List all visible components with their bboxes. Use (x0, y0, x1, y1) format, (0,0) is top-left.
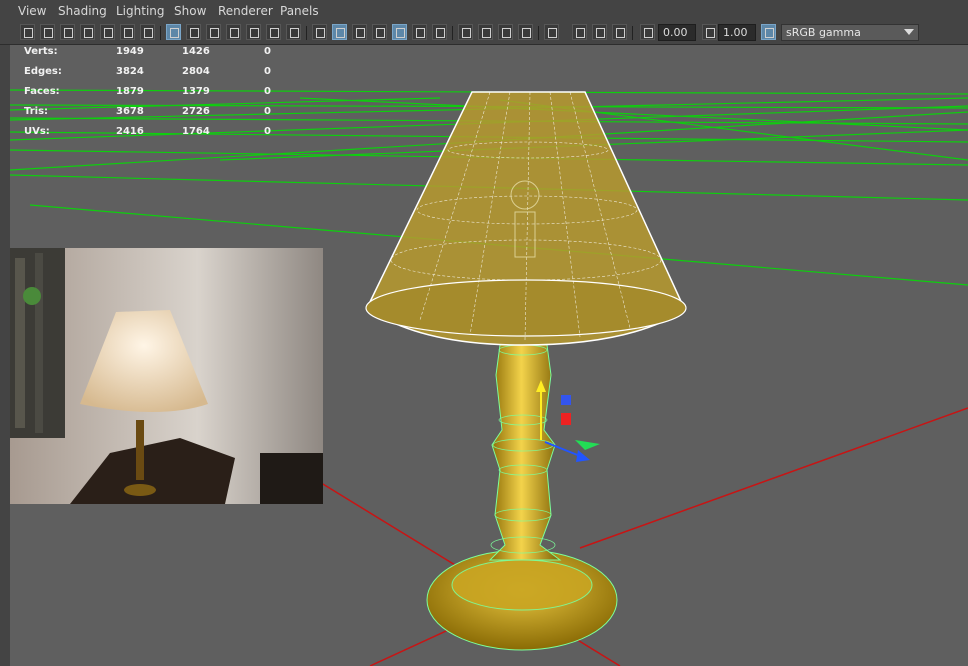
menu-show[interactable]: Show (174, 4, 206, 18)
wireframe-icon[interactable] (312, 24, 327, 40)
menu-view[interactable]: View (18, 4, 46, 18)
hud-value: 1949 (116, 46, 144, 57)
hud-value: 1379 (182, 86, 210, 97)
gate-mask-icon[interactable] (226, 24, 241, 40)
exposure-field[interactable]: 0.00 (658, 24, 696, 41)
camera-lock-icon[interactable] (40, 24, 55, 40)
menu-shading[interactable]: Shading (58, 4, 107, 18)
hud-value: 2804 (182, 66, 210, 77)
shadow-icon[interactable] (432, 24, 447, 40)
safe-title-icon[interactable] (286, 24, 301, 40)
grease-pencil-icon[interactable] (140, 24, 155, 40)
image-plane-icon[interactable] (100, 24, 115, 40)
hud-value: 2726 (182, 106, 210, 117)
texture-icon[interactable] (392, 24, 407, 40)
hud-value: 3824 (116, 66, 144, 77)
default-material-icon[interactable] (352, 24, 367, 40)
hud-label: UVs: (24, 126, 50, 137)
poly-count-hud: Verts: 1949 1426 0 Edges: 3824 2804 0 Fa… (0, 44, 300, 139)
xray-joints-icon[interactable] (592, 24, 607, 40)
hud-value: 1879 (116, 86, 144, 97)
hud-value: 1426 (182, 46, 210, 57)
hud-value: 2416 (116, 126, 144, 137)
camera-icon[interactable] (20, 24, 35, 40)
chevron-down-icon (904, 29, 914, 35)
film-gate-icon[interactable] (186, 24, 201, 40)
hud-value: 0 (264, 86, 271, 97)
color-space-dropdown[interactable]: sRGB gamma (781, 24, 919, 41)
hud-value: 3678 (116, 106, 144, 117)
menu-panels[interactable]: Panels (280, 4, 319, 18)
isolate-icon[interactable] (544, 24, 559, 40)
grid-icon[interactable] (166, 24, 181, 40)
axis-lines (299, 407, 968, 666)
panel-menubar: View Shading Lighting Show Renderer Pane… (0, 0, 968, 22)
anti-alias-icon[interactable] (498, 24, 513, 40)
menu-renderer[interactable]: Renderer (218, 4, 273, 18)
hud-value: 0 (264, 126, 271, 137)
panel-toolbar: 0.00 1.00 sRGB gamma (0, 22, 968, 45)
ambient-occlusion-icon[interactable] (458, 24, 473, 40)
hud-label: Verts: (24, 46, 58, 57)
exposure-icon[interactable] (640, 24, 655, 40)
reference-photo (10, 248, 323, 504)
hud-label: Faces: (24, 86, 60, 97)
hud-label: Tris: (24, 106, 49, 117)
reference-image-plane[interactable] (10, 248, 323, 504)
resolution-gate-icon[interactable] (206, 24, 221, 40)
light-icon[interactable] (412, 24, 427, 40)
gamma-field[interactable]: 1.00 (718, 24, 756, 41)
hud-value: 0 (264, 46, 271, 57)
gamma-icon[interactable] (702, 24, 717, 40)
camera-attributes-icon[interactable] (60, 24, 75, 40)
color-management-icon[interactable] (761, 24, 776, 40)
xray-icon[interactable] (572, 24, 587, 40)
hud-value: 0 (264, 66, 271, 77)
2d-pan-zoom-icon[interactable] (120, 24, 135, 40)
safe-action-icon[interactable] (266, 24, 281, 40)
smooth-shade-icon[interactable] (332, 24, 347, 40)
hud-value: 0 (264, 106, 271, 117)
field-chart-icon[interactable] (246, 24, 261, 40)
color-space-value: sRGB gamma (786, 26, 861, 39)
menu-lighting[interactable]: Lighting (116, 4, 165, 18)
wireframe-on-shaded-icon[interactable] (372, 24, 387, 40)
hud-value: 1764 (182, 126, 210, 137)
depth-of-field-icon[interactable] (518, 24, 533, 40)
xray-active-icon[interactable] (612, 24, 627, 40)
bookmark-icon[interactable] (80, 24, 95, 40)
motion-blur-icon[interactable] (478, 24, 493, 40)
hud-label: Edges: (24, 66, 62, 77)
